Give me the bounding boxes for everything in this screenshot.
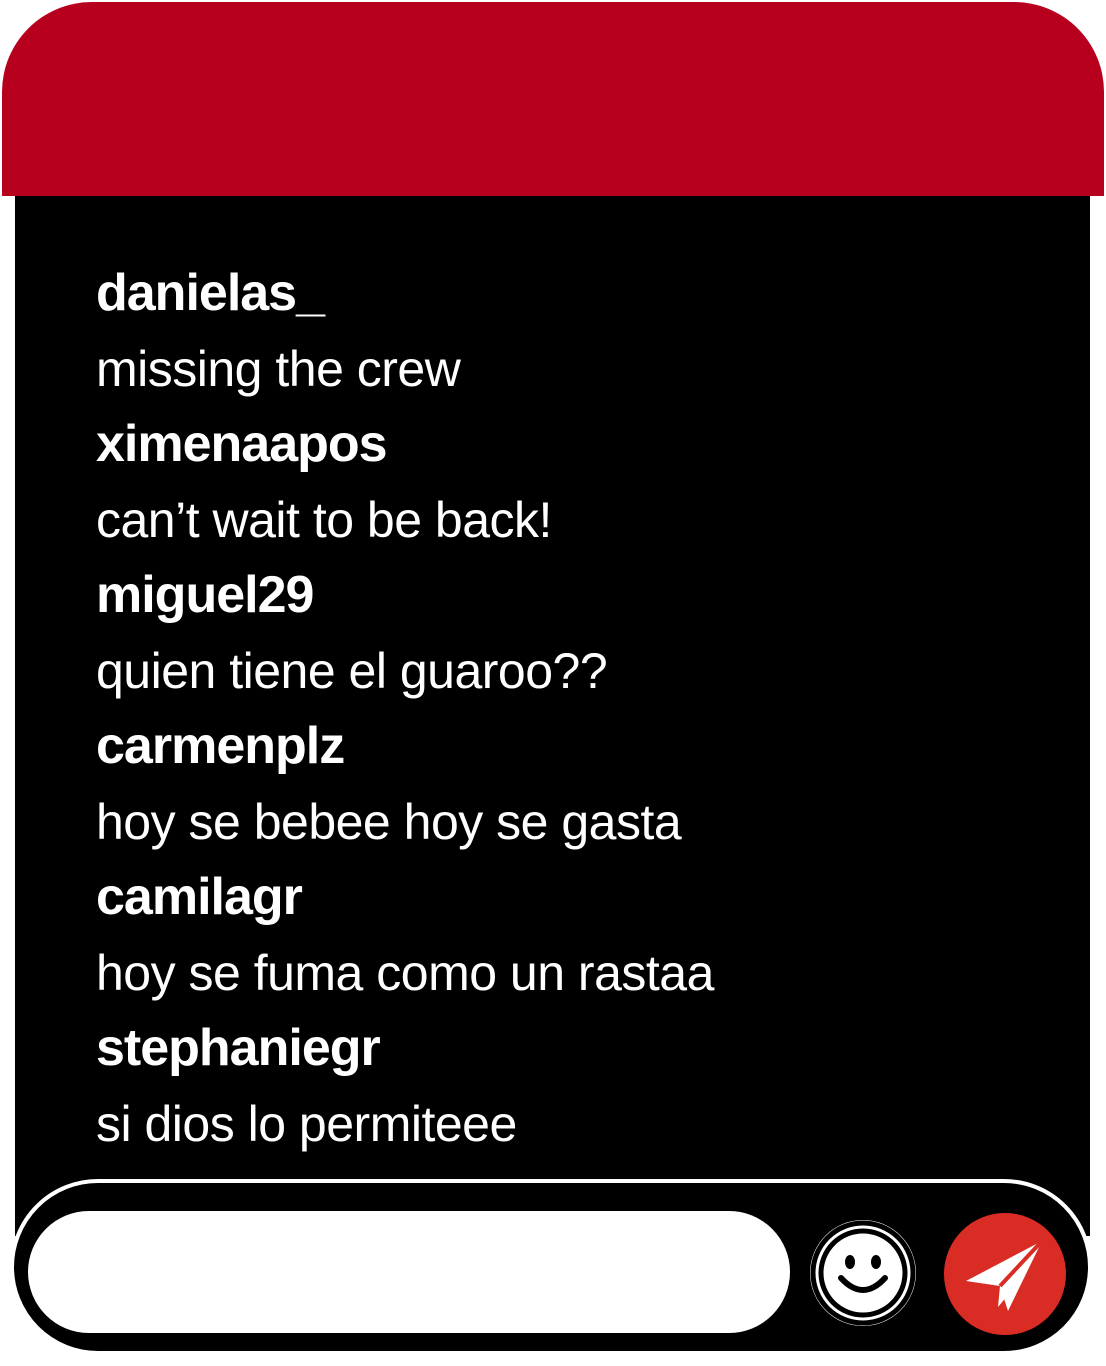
message-username: stephaniegr — [96, 1019, 381, 1077]
message-username: ximenaapos — [96, 415, 388, 473]
paper-plane-icon — [966, 1239, 1044, 1311]
send-button[interactable] — [944, 1213, 1066, 1335]
message-text: hoy se bebee hoy se gasta — [96, 794, 682, 850]
message-username: miguel29 — [96, 566, 314, 624]
message-item: camilagr hoy se fuma como un rastaa — [96, 860, 996, 1011]
message-text: si dios lo permiteee — [96, 1096, 517, 1152]
message-item: stephaniegr si dios lo permiteee — [96, 1011, 996, 1162]
message-item: miguel29 quien tiene el guaroo?? — [96, 558, 996, 709]
message-text: quien tiene el guaroo?? — [96, 643, 608, 699]
emoji-button[interactable] — [810, 1220, 916, 1326]
message-username: camilagr — [96, 868, 303, 926]
message-input[interactable] — [28, 1211, 790, 1333]
message-text: missing the crew — [96, 341, 461, 397]
chat-header — [2, 2, 1104, 196]
message-item: ximenaapos can’t wait to be back! — [96, 407, 996, 558]
message-item: danielas_ missing the crew — [96, 256, 996, 407]
smiley-face-icon — [810, 1220, 916, 1326]
message-item: carmenplz hoy se bebee hoy se gasta — [96, 709, 996, 860]
message-list: danielas_ missing the crew ximenaapos ca… — [96, 256, 996, 1162]
message-username: carmenplz — [96, 717, 345, 775]
message-text: hoy se fuma como un rastaa — [96, 945, 714, 1001]
chat-window: danielas_ missing the crew ximenaapos ca… — [0, 0, 1106, 1366]
message-text: can’t wait to be back! — [96, 492, 552, 548]
message-username: danielas_ — [96, 264, 325, 322]
